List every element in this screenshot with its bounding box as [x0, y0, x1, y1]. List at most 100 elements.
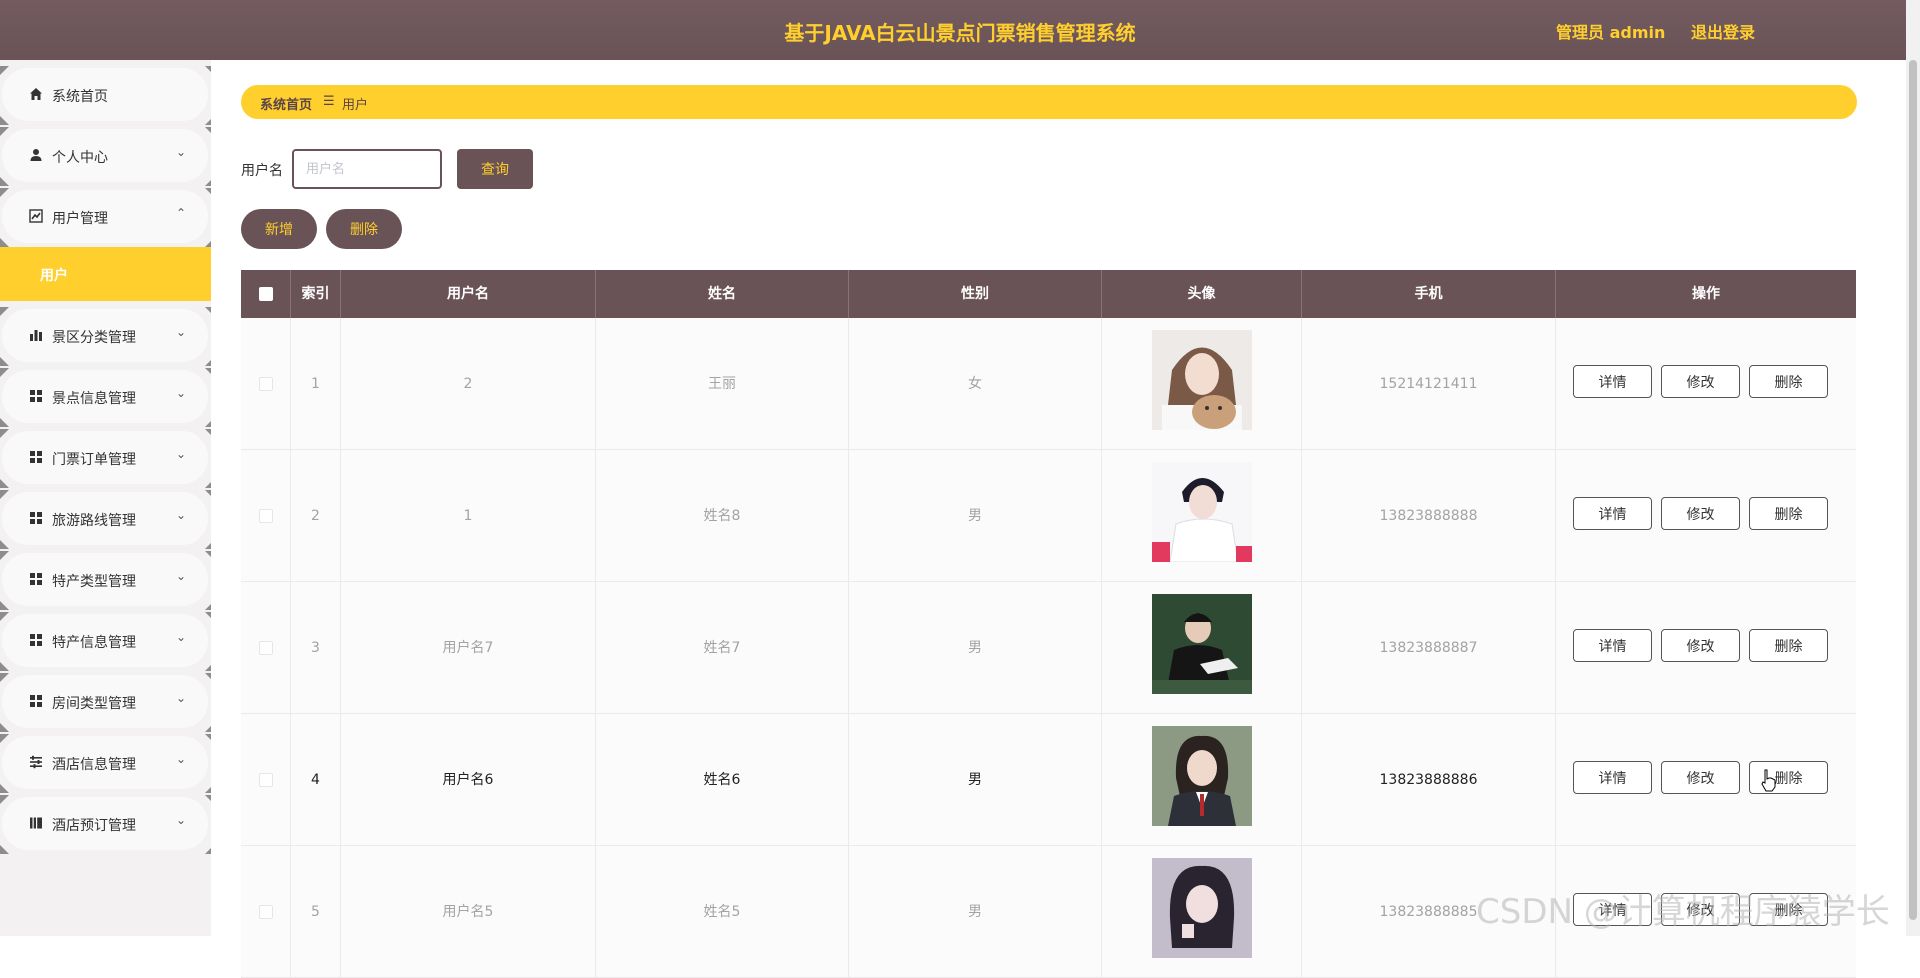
sidebar-item-hotel-booking[interactable]: 酒店预订管理 ⌄	[0, 795, 211, 854]
chevron-down-icon: ⌄	[175, 145, 186, 159]
search-input[interactable]	[292, 149, 442, 189]
sidebar-item-label: 景区分类管理	[52, 330, 136, 346]
row-select-cell	[241, 450, 291, 582]
sidebar-subitem-label: 用户	[40, 268, 68, 284]
breadcrumb-home[interactable]: 系统首页	[260, 94, 312, 113]
row-select-cell	[241, 714, 291, 846]
scrollbar-thumb[interactable]	[1909, 60, 1917, 920]
delete-button[interactable]: 删除	[1749, 629, 1828, 662]
breadcrumb-current: 用户	[342, 98, 369, 113]
chevron-down-icon: ⌄	[175, 813, 186, 827]
sidebar-item-scenic-info[interactable]: 景点信息管理 ⌄	[0, 368, 211, 427]
table-row: 3 用户名7 姓名7 男 13823888887 详情 修改 删除	[241, 582, 1856, 714]
delete-button[interactable]: 删除	[1749, 497, 1828, 530]
sidebar-item-label: 特产类型管理	[52, 574, 136, 590]
chevron-down-icon: ⌄	[175, 386, 186, 400]
chevron-down-icon: ⌄	[175, 325, 186, 339]
batch-delete-button[interactable]: 删除	[326, 209, 402, 249]
sidebar-item-profile[interactable]: 个人中心 ⌄	[0, 127, 211, 186]
cell-phone: 13823888888	[1302, 450, 1556, 582]
row-checkbox[interactable]	[259, 509, 273, 523]
page-scrollbar[interactable]	[1906, 0, 1920, 936]
header-gender: 性别	[849, 270, 1102, 318]
cell-gender: 男	[849, 714, 1102, 846]
grid-icon	[30, 634, 42, 646]
sidebar-item-travel-routes[interactable]: 旅游路线管理 ⌄	[0, 490, 211, 549]
row-checkbox[interactable]	[259, 773, 273, 787]
edit-button[interactable]: 修改	[1661, 629, 1740, 662]
cell-avatar	[1102, 450, 1302, 582]
grid-icon	[30, 451, 42, 463]
table-row: 1 2 王丽 女 15214121411 详情 修改 删除	[241, 318, 1856, 450]
cell-phone: 13823888886	[1302, 714, 1556, 846]
search-label: 用户名	[241, 163, 283, 179]
cell-index: 3	[291, 582, 341, 714]
cell-username: 用户名5	[341, 846, 596, 978]
header-avatar: 头像	[1102, 270, 1302, 318]
cell-index: 2	[291, 450, 341, 582]
sidebar-item-hotel-info[interactable]: 酒店信息管理 ⌄	[0, 734, 211, 793]
sidebar-item-user-management[interactable]: 用户管理 ⌃	[0, 188, 211, 247]
sidebar-subitem-user[interactable]: 用户	[0, 247, 211, 301]
sidebar-item-scenic-category[interactable]: 景区分类管理 ⌄	[0, 307, 211, 366]
row-checkbox[interactable]	[259, 641, 273, 655]
cell-actions: 详情 修改 删除	[1556, 318, 1856, 450]
row-select-cell	[241, 846, 291, 978]
cell-actions: 详情 修改 删除	[1556, 582, 1856, 714]
cell-name: 姓名7	[596, 582, 849, 714]
book-icon	[30, 817, 42, 829]
cell-username: 用户名6	[341, 714, 596, 846]
logout-link[interactable]: 退出登录	[1691, 19, 1755, 43]
add-button[interactable]: 新增	[241, 209, 317, 249]
row-checkbox[interactable]	[259, 905, 273, 919]
sidebar-item-label: 旅游路线管理	[52, 513, 136, 529]
edit-button[interactable]: 修改	[1661, 497, 1740, 530]
avatar-image	[1152, 330, 1252, 430]
table-row: 4 用户名6 姓名6 男 13823888886 详情 修改 删除	[241, 714, 1856, 846]
header-actions: 操作	[1692, 286, 1720, 302]
row-checkbox[interactable]	[259, 377, 273, 391]
sliders-icon	[30, 755, 42, 769]
sidebar-item-ticket-orders[interactable]: 门票订单管理 ⌄	[0, 429, 211, 488]
cell-username: 2	[341, 318, 596, 450]
header-username: 用户名	[341, 270, 596, 318]
cell-name: 王丽	[596, 318, 849, 450]
cell-username: 1	[341, 450, 596, 582]
sidebar-item-label: 景点信息管理	[52, 391, 136, 407]
sidebar-item-specialty-info[interactable]: 特产信息管理 ⌄	[0, 612, 211, 671]
delete-button[interactable]: 删除	[1749, 365, 1828, 398]
header-name: 姓名	[596, 270, 849, 318]
grid-icon	[30, 573, 42, 585]
detail-button[interactable]: 详情	[1573, 629, 1652, 662]
cell-name: 姓名6	[596, 714, 849, 846]
avatar-image	[1152, 726, 1252, 826]
detail-button[interactable]: 详情	[1573, 761, 1652, 794]
query-button[interactable]: 查询	[457, 149, 533, 189]
edit-button[interactable]: 修改	[1661, 365, 1740, 398]
sidebar-item-label: 门票订单管理	[52, 452, 136, 468]
cell-username: 用户名7	[341, 582, 596, 714]
sidebar-item-specialty-types[interactable]: 特产类型管理 ⌄	[0, 551, 211, 610]
header-select-all-cell	[241, 270, 291, 318]
edit-button[interactable]: 修改	[1661, 761, 1740, 794]
sidebar: 系统首页 个人中心 ⌄ 用户管理 ⌃ 用户 景区分类管理 ⌄ 景点信息管理 ⌄ …	[0, 60, 211, 936]
detail-button[interactable]: 详情	[1573, 497, 1652, 530]
detail-button[interactable]: 详情	[1573, 365, 1652, 398]
chevron-down-icon: ⌄	[175, 508, 186, 522]
cell-index: 4	[291, 714, 341, 846]
sidebar-item-label: 特产信息管理	[52, 635, 136, 651]
select-all-checkbox[interactable]	[259, 287, 273, 301]
cell-index: 5	[291, 846, 341, 978]
hand-cursor-icon	[1761, 769, 1776, 792]
cell-gender: 男	[849, 450, 1102, 582]
breadcrumb-separator-icon: ☰	[323, 94, 335, 109]
cell-avatar	[1102, 714, 1302, 846]
grid-icon	[30, 512, 42, 524]
home-icon	[30, 88, 42, 100]
sidebar-item-home[interactable]: 系统首页	[0, 66, 211, 125]
cell-avatar	[1102, 582, 1302, 714]
sidebar-item-room-types[interactable]: 房间类型管理 ⌄	[0, 673, 211, 732]
avatar-image	[1152, 462, 1252, 562]
grid-icon	[30, 695, 42, 707]
table-header: 索引 用户名 姓名 性别 头像 手机 操作	[241, 270, 1856, 318]
